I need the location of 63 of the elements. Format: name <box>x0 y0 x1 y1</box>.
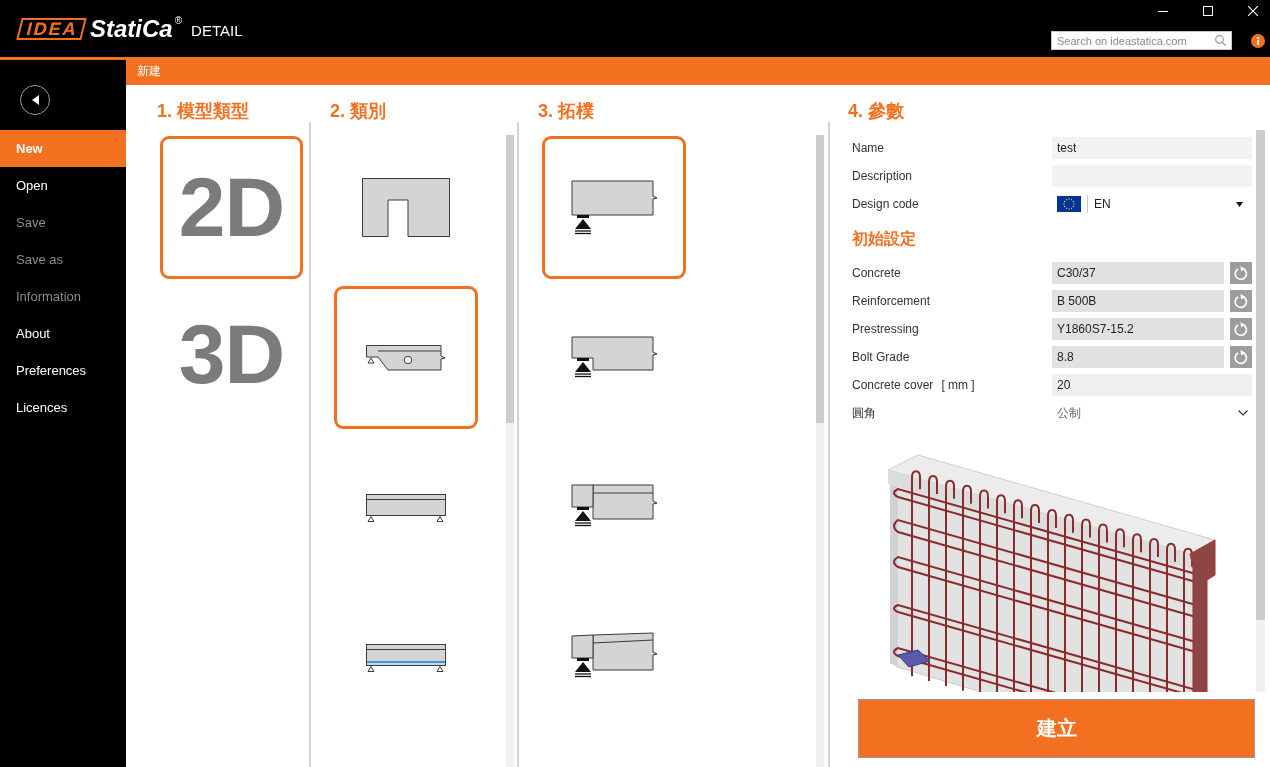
chevron-down-icon <box>1238 410 1248 416</box>
sidebar-item[interactable]: About <box>0 315 126 352</box>
search-field[interactable]: Search on ideastatica.com <box>1051 31 1232 50</box>
field-label: Design code <box>852 197 919 211</box>
reset-button[interactable] <box>1230 290 1252 312</box>
section-heading: 2. 類別 <box>330 100 386 122</box>
reset-button[interactable] <box>1230 346 1252 368</box>
refresh-icon <box>1233 321 1249 337</box>
reset-button[interactable] <box>1230 262 1252 284</box>
sidebar-item[interactable]: Open <box>0 167 126 204</box>
field-label: Description <box>852 169 913 183</box>
category-tile[interactable] <box>334 286 478 429</box>
field-label: Name <box>852 141 884 155</box>
search-icon <box>1215 35 1226 46</box>
select-dropdown[interactable]: 公制 <box>1052 402 1252 424</box>
input-field[interactable]: Y1860S7-15.2 <box>1052 318 1224 340</box>
dapped-end-icon <box>570 335 658 378</box>
model-type-tile[interactable]: 2D <box>160 136 303 279</box>
tapered-corbel-icon <box>570 631 658 678</box>
field-label: Bolt Grade <box>852 350 910 364</box>
maximize-icon <box>1203 6 1213 16</box>
product-name: DETAIL <box>191 22 243 39</box>
section-heading: 3. 拓樸 <box>538 100 594 122</box>
flag-icon <box>1057 196 1081 212</box>
minimize-icon <box>1158 10 1168 12</box>
sidebar-item[interactable]: Preferences <box>0 352 126 389</box>
caret-icon <box>1236 201 1243 207</box>
settings-heading: 初始設定 <box>852 229 916 249</box>
scrollbar-thumb[interactable] <box>816 135 824 423</box>
corbel-beam-icon <box>570 484 658 527</box>
caret-left-icon <box>31 95 39 105</box>
field-label: Reinforcement <box>852 294 931 308</box>
design-code-dropdown[interactable]: EN <box>1052 193 1252 215</box>
refresh-icon <box>1233 293 1249 309</box>
input-field[interactable]: C30/37 <box>1052 262 1224 284</box>
wall-opening-icon <box>362 178 450 237</box>
section-heading: 1. 模型類型 <box>157 100 249 122</box>
logo-mark: IDEA <box>16 17 87 40</box>
input-field[interactable]: 20 <box>1052 374 1252 396</box>
input-field[interactable]: test <box>1052 137 1252 159</box>
reset-button[interactable] <box>1230 318 1252 340</box>
field-label: Concrete cover <box>852 378 934 392</box>
refresh-icon <box>1233 265 1249 281</box>
scrollbar-thumb[interactable] <box>506 135 514 423</box>
field-label: Concrete <box>852 266 901 280</box>
field-label: Prestressing <box>852 322 919 336</box>
beam-support-icon <box>570 179 658 236</box>
logo-wordmark: StatiCa <box>90 14 173 43</box>
refresh-icon <box>1233 349 1249 365</box>
topology-tile[interactable] <box>542 136 686 279</box>
beam-end-icon <box>366 344 446 371</box>
section-heading: 4. 參數 <box>848 100 904 122</box>
registered-mark: ® <box>174 15 183 26</box>
input-field[interactable]: B 500B <box>1052 290 1224 312</box>
input-field[interactable]: 8.8 <box>1052 346 1224 368</box>
beam-icon <box>365 493 447 522</box>
sidebar-item[interactable]: Licences <box>0 389 126 426</box>
close-icon <box>1248 6 1258 16</box>
info-icon[interactable] <box>1251 33 1265 48</box>
field-label: 圓角 <box>852 404 876 422</box>
prestressed-beam-icon <box>365 643 447 672</box>
breadcrumb-label: 新建 <box>137 62 161 80</box>
unit-label: [ mm ] <box>941 378 975 392</box>
